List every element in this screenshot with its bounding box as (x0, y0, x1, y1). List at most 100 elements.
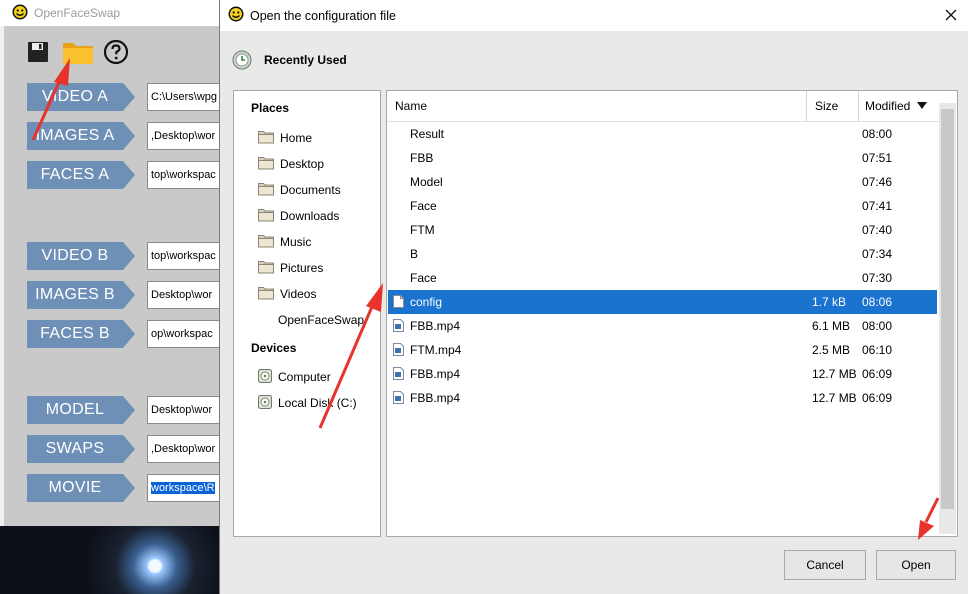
file-modified: 07:40 (862, 223, 893, 237)
sidebar-item-home[interactable]: Home (258, 128, 312, 148)
file-modified: 06:09 (862, 367, 893, 381)
path-input-movie[interactable]: workspace\R (147, 474, 227, 502)
file-name: FTM (410, 223, 435, 237)
column-name[interactable]: Name (395, 91, 807, 122)
file-name: Model (410, 175, 443, 189)
save-button[interactable] (23, 38, 53, 66)
sidebar-item-label: Documents (280, 183, 341, 197)
sidebar-item-openfaceswap[interactable]: OpenFaceSwap (278, 310, 364, 330)
device-item-local-disk[interactable]: Local Disk (C:) (258, 393, 357, 413)
row-label-images-a: IMAGES A (27, 122, 135, 150)
path-input-value: ,Desktop\wor (151, 130, 216, 142)
file-row[interactable]: FBB.mp4 12.7 MB 06:09 (388, 386, 937, 410)
sidebar-item-pictures[interactable]: Pictures (258, 258, 323, 278)
file-list-header: Name Size Modified (387, 91, 939, 122)
file-modified: 07:34 (862, 247, 893, 261)
dialog-titlebar: Open the configuration file (220, 0, 968, 31)
row-label-swaps: SWAPS (27, 435, 135, 463)
file-row[interactable]: FTM 07:40 (388, 218, 937, 242)
column-modified[interactable]: Modified (865, 91, 935, 122)
device-item-label: Computer (278, 370, 331, 384)
file-name: config (410, 295, 443, 309)
row-label-video-b: VIDEO B (27, 242, 135, 270)
drive-icon (258, 394, 272, 412)
file-row[interactable]: FBB 07:51 (388, 146, 937, 170)
path-input-images-b[interactable]: Desktop\wor (147, 281, 227, 309)
sort-descending-icon (916, 102, 927, 109)
path-input-video-a[interactable]: C:\Users\wpg (147, 83, 227, 111)
path-input-value: C:\Users\wpg (151, 91, 218, 103)
column-size[interactable]: Size (815, 91, 859, 122)
device-item-label: Local Disk (C:) (278, 396, 357, 410)
sidebar-item-label: Music (280, 235, 312, 249)
file-size: 6.1 MB (812, 319, 851, 333)
row-label-faces-a: FACES A (27, 161, 135, 189)
row-label-images-b: IMAGES B (27, 281, 135, 309)
places-sidebar: Places Home Desktop Documents Downloads Musi… (233, 90, 381, 537)
row-label-faces-b: FACES B (27, 320, 135, 348)
sidebar-item-documents[interactable]: Documents (258, 180, 341, 200)
file-row[interactable]: FBB.mp4 6.1 MB 08:00 (388, 314, 937, 338)
file-row[interactable]: Model 07:46 (388, 170, 937, 194)
close-button[interactable] (941, 5, 961, 25)
open-config-dialog: Open the configuration file Recently Use… (219, 0, 968, 594)
file-modified: 06:09 (862, 391, 893, 405)
file-modified: 07:46 (862, 175, 893, 189)
dialog-title: Open the configuration file (250, 8, 396, 23)
folder-icon (258, 156, 274, 173)
main-window: OpenFaceSwap VIDEO A C:\Users\wpg IMAGES A… (0, 0, 227, 526)
video-file-icon (393, 391, 404, 407)
recently-used-label: Recently Used (264, 53, 347, 67)
close-icon (945, 9, 957, 21)
sidebar-item-label: Home (280, 131, 313, 145)
question-circle-icon (103, 39, 129, 65)
row-label-text: IMAGES A (35, 127, 115, 144)
folder-icon (258, 286, 274, 303)
video-file-icon (393, 343, 404, 359)
cancel-button[interactable]: Cancel (784, 550, 866, 580)
device-item-computer[interactable]: Computer (258, 367, 331, 387)
file-row[interactable]: Face 07:41 (388, 194, 937, 218)
path-input-value: workspace\R (151, 482, 215, 494)
folder-icon (258, 182, 274, 199)
file-name: FBB.mp4 (410, 391, 461, 405)
path-input-model[interactable]: Desktop\wor (147, 396, 227, 424)
sidebar-item-downloads[interactable]: Downloads (258, 206, 339, 226)
file-row[interactable]: config 1.7 kB 08:06 (388, 290, 937, 314)
app-logo-icon (12, 4, 28, 23)
file-row[interactable]: Result 08:00 (388, 122, 937, 146)
path-input-swaps[interactable]: ,Desktop\wor (147, 435, 227, 463)
sidebar-item-desktop[interactable]: Desktop (258, 154, 324, 174)
file-row[interactable]: B 07:34 (388, 242, 937, 266)
help-button[interactable] (101, 38, 131, 66)
scrollbar-thumb[interactable] (941, 109, 954, 509)
folder-icon (258, 208, 274, 225)
file-modified: 08:06 (862, 295, 893, 309)
path-input-faces-a[interactable]: top\workspac (147, 161, 227, 189)
file-row[interactable]: FTM.mp4 2.5 MB 06:10 (388, 338, 937, 362)
open-file-button[interactable]: Open (876, 550, 956, 580)
file-modified: 07:30 (862, 271, 893, 285)
row-label-text: FACES A (40, 166, 110, 183)
background-wallpaper (0, 526, 222, 594)
folder-icon (258, 260, 274, 277)
file-name: Face (410, 199, 437, 213)
open-button[interactable] (60, 38, 96, 66)
path-input-faces-b[interactable]: op\workspac (147, 320, 227, 348)
file-size: 12.7 MB (812, 367, 857, 381)
path-input-images-a[interactable]: ,Desktop\wor (147, 122, 227, 150)
file-size: 1.7 kB (812, 295, 847, 309)
sidebar-item-music[interactable]: Music (258, 232, 311, 252)
file-size: 12.7 MB (812, 391, 857, 405)
recently-used-button[interactable]: Recently Used (232, 50, 347, 70)
path-input-video-b[interactable]: top\workspac (147, 242, 227, 270)
file-list-scrollbar[interactable] (939, 103, 956, 534)
sidebar-item-videos[interactable]: Videos (258, 284, 316, 304)
file-list: Name Size Modified Result 08:00 FBB 07:51 Mo… (386, 90, 958, 537)
file-name: FBB.mp4 (410, 367, 461, 381)
file-row[interactable]: Face 07:30 (388, 266, 937, 290)
file-modified: 07:51 (862, 151, 893, 165)
row-label-text: FACES B (40, 325, 110, 342)
file-modified: 08:00 (862, 319, 893, 333)
file-row[interactable]: FBB.mp4 12.7 MB 06:09 (388, 362, 937, 386)
